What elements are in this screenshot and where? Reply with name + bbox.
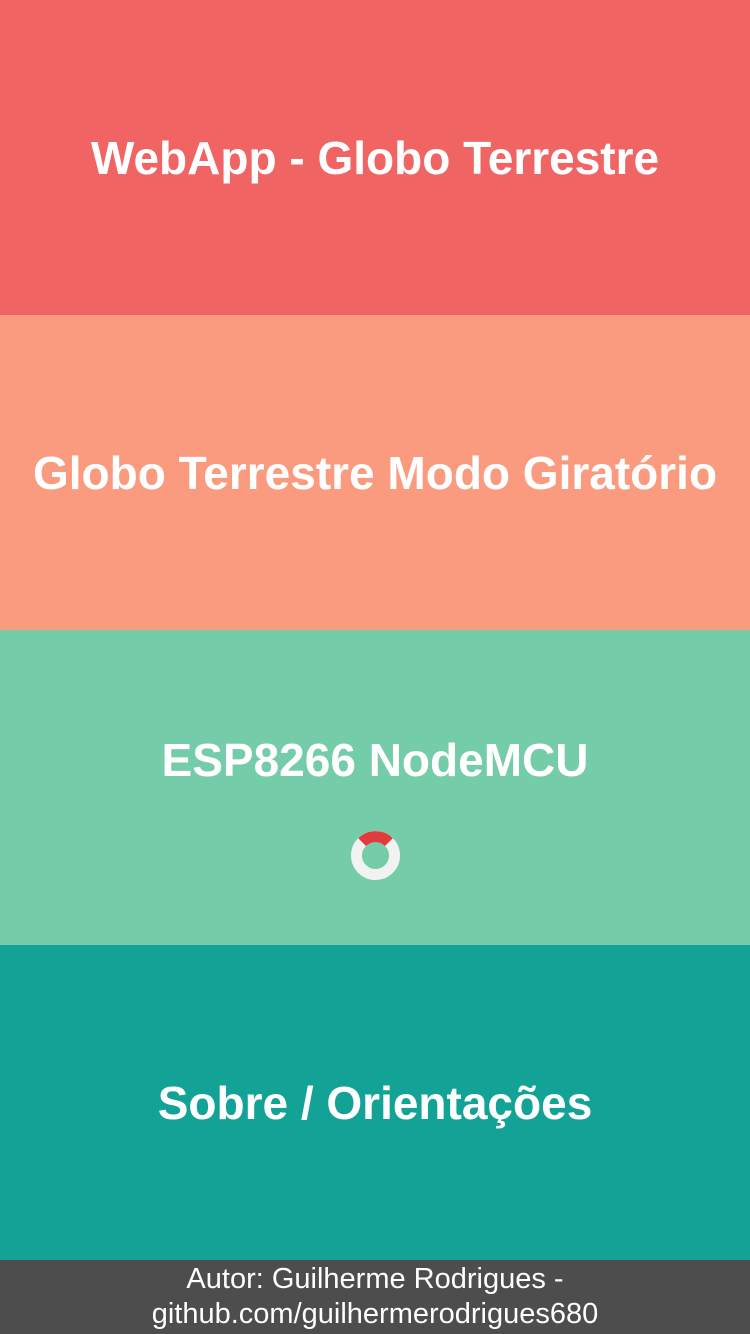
menu-item-label: Sobre / Orientações	[157, 1077, 593, 1129]
menu-item-label: Globo Terrestre Modo Giratório	[32, 447, 718, 499]
footer-github-link[interactable]: github.com/guilhermerodrigues680	[0, 1297, 750, 1332]
menu-item-sobre[interactable]: Sobre / Orientações	[0, 945, 750, 1260]
menu-item-label: WebApp - Globo Terrestre	[90, 132, 660, 184]
menu-item-globo-giratorio[interactable]: Globo Terrestre Modo Giratório	[0, 315, 750, 630]
footer: Autor: Guilherme Rodrigues - github.com/…	[0, 1260, 750, 1334]
app-root: WebApp - Globo Terrestre Globo Terrestre…	[0, 0, 750, 1334]
menu-item-label: ESP8266 NodeMCU	[161, 734, 589, 786]
loading-spinner-icon	[351, 831, 400, 880]
menu-item-webapp-globo[interactable]: WebApp - Globo Terrestre	[0, 0, 750, 315]
footer-author: Autor: Guilherme Rodrigues -	[186, 1263, 564, 1295]
menu-item-esp8266[interactable]: ESP8266 NodeMCU	[0, 630, 750, 945]
